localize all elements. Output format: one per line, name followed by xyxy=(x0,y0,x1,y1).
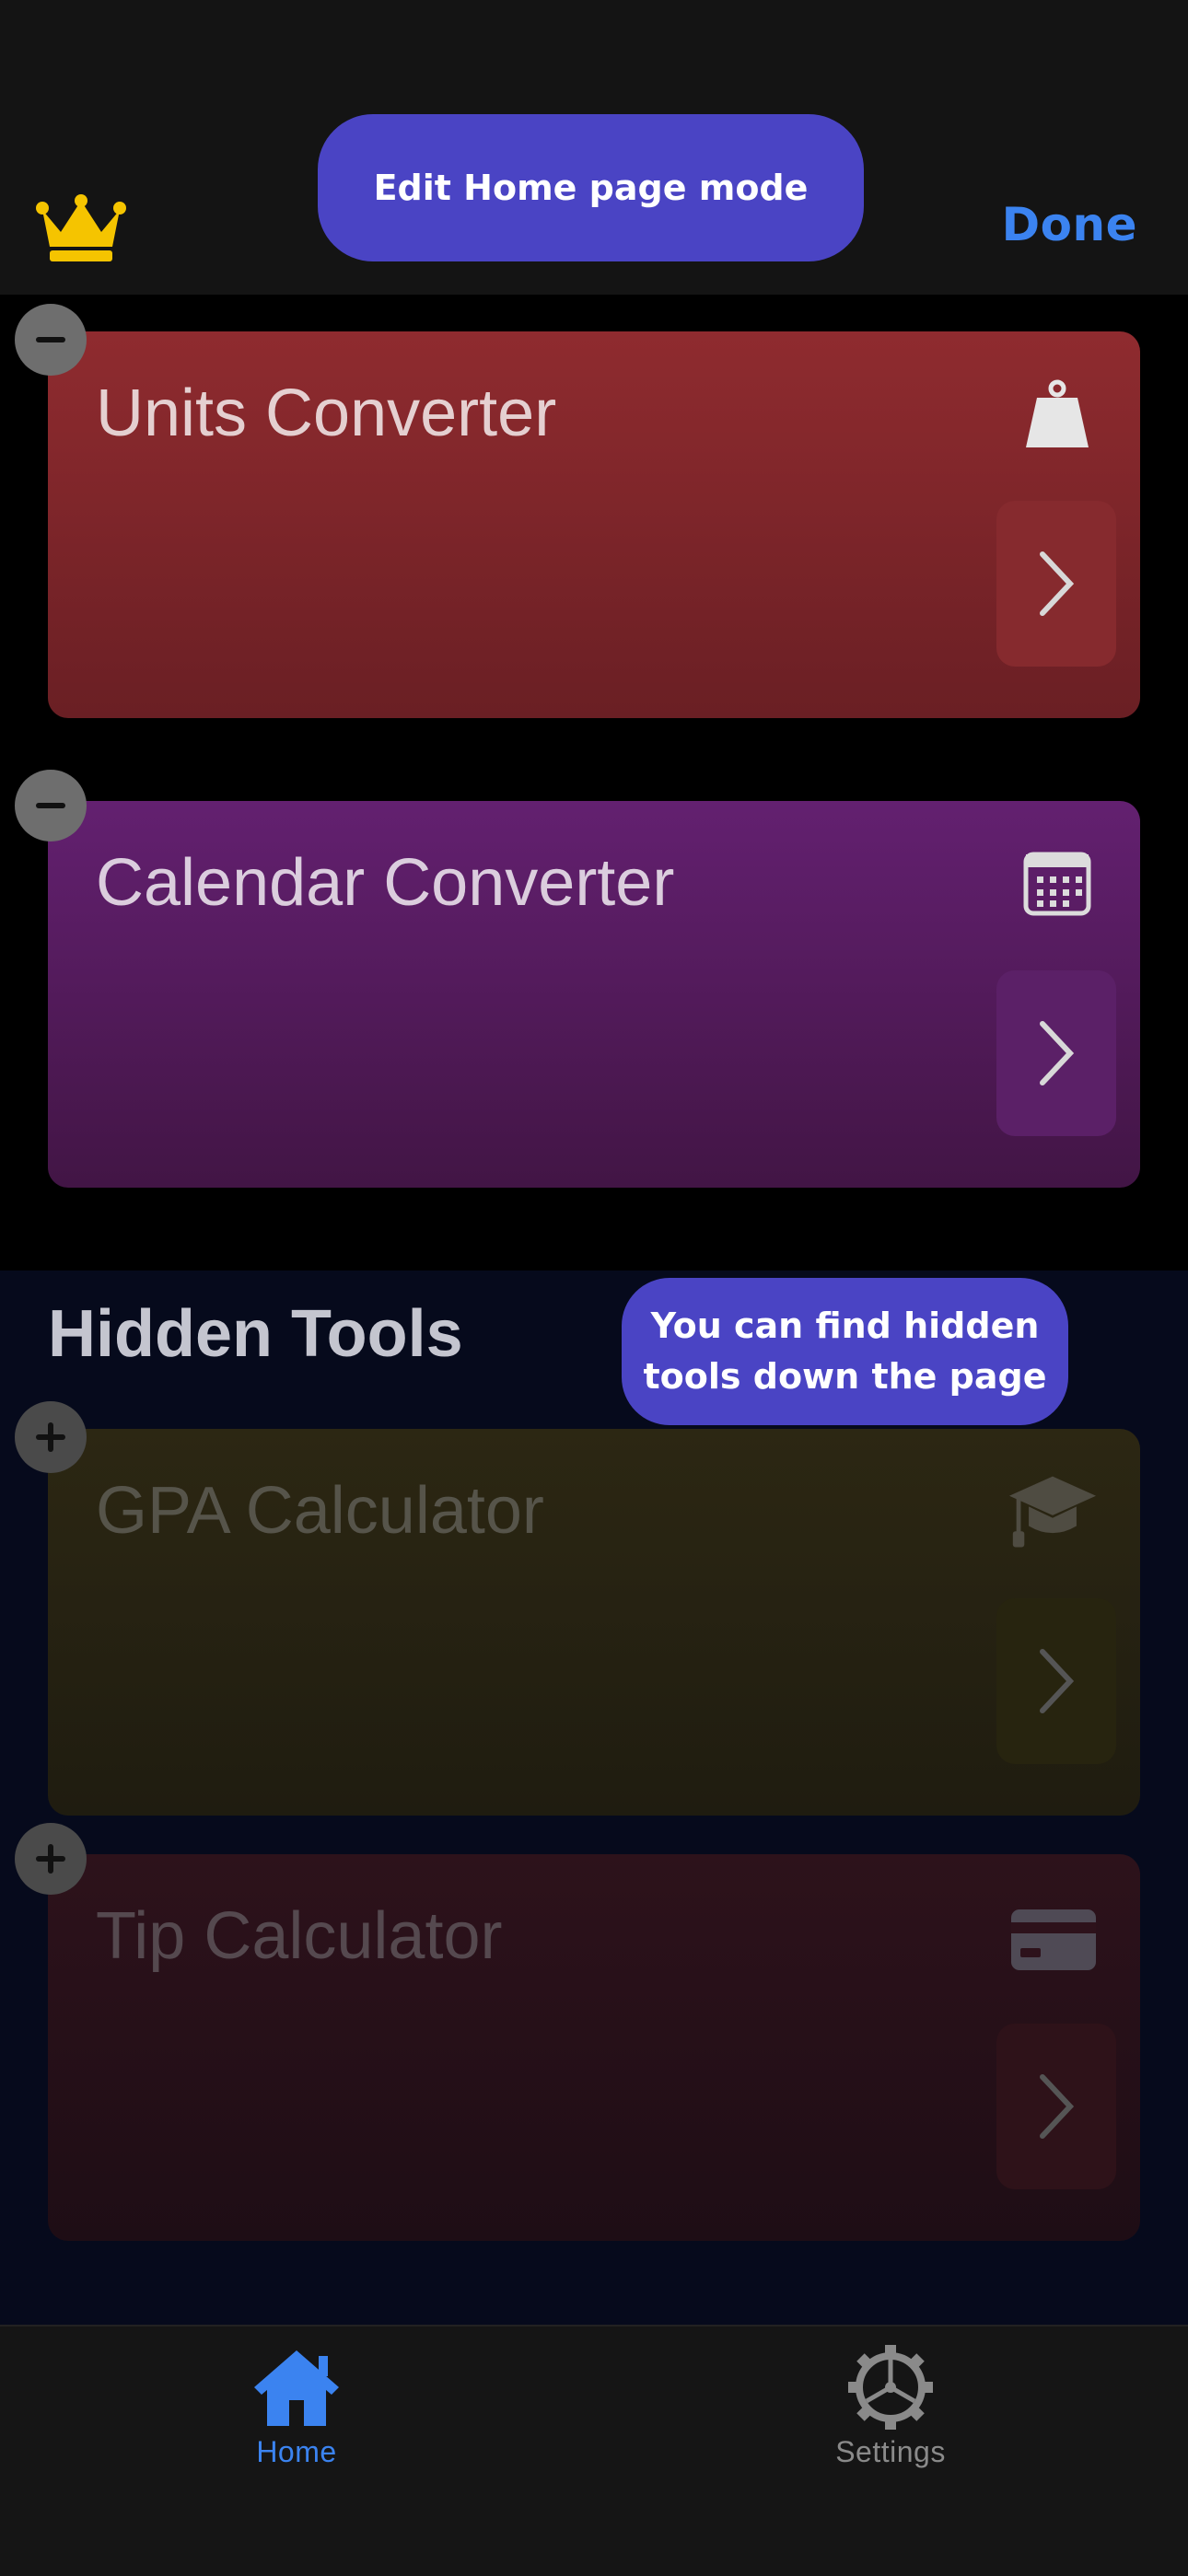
add-tool-button[interactable] xyxy=(15,1401,87,1473)
done-button[interactable]: Done xyxy=(1002,198,1137,251)
top-bar: Edit Home page mode Done xyxy=(0,0,1188,295)
tool-card-gpa-calculator[interactable]: GPA Calculator xyxy=(48,1429,1140,1816)
tool-card-tip-calculator[interactable]: Tip Calculator xyxy=(48,1854,1140,2241)
tool-card-title: GPA Calculator xyxy=(96,1474,544,1548)
calendar-icon xyxy=(1023,852,1091,916)
tool-card-calendar-converter[interactable]: Calendar Converter xyxy=(48,801,1140,1188)
open-tool-button[interactable] xyxy=(996,970,1116,1136)
tool-card-title: Units Converter xyxy=(96,377,557,450)
tab-bar: Home Settings xyxy=(0,2325,1188,2576)
chevron-right-icon xyxy=(1040,1021,1075,1085)
edit-mode-banner: Edit Home page mode xyxy=(318,114,864,261)
chevron-right-icon xyxy=(1040,2074,1075,2139)
crown-icon[interactable] xyxy=(35,193,127,263)
hidden-tools-tip: You can find hidden tools down the page xyxy=(622,1278,1068,1425)
remove-tool-button[interactable] xyxy=(15,770,87,841)
weight-icon xyxy=(1026,379,1089,447)
section-title: Hidden Tools xyxy=(48,1297,463,1371)
plus-icon xyxy=(36,1422,65,1452)
tool-card-units-converter[interactable]: Units Converter xyxy=(48,331,1140,718)
open-tool-button[interactable] xyxy=(996,1598,1116,1764)
minus-icon xyxy=(36,803,65,808)
graduation-cap-icon xyxy=(1008,1476,1097,1548)
add-tool-button[interactable] xyxy=(15,1823,87,1895)
house-icon xyxy=(254,2350,339,2426)
tab-label: Settings xyxy=(835,2435,946,2468)
tab-label: Home xyxy=(256,2435,337,2468)
tool-card-title: Calendar Converter xyxy=(96,846,675,920)
chevron-right-icon xyxy=(1040,1649,1075,1713)
minus-icon xyxy=(36,337,65,342)
tab-home[interactable]: Home xyxy=(204,2345,389,2469)
open-tool-button[interactable] xyxy=(996,501,1116,667)
credit-card-icon xyxy=(1011,1909,1096,1970)
plus-icon xyxy=(36,1844,65,1874)
tab-settings[interactable]: Settings xyxy=(798,2345,983,2469)
chevron-right-icon xyxy=(1040,551,1075,616)
tool-card-title: Tip Calculator xyxy=(96,1899,503,1973)
open-tool-button[interactable] xyxy=(996,2024,1116,2189)
gear-icon xyxy=(848,2345,933,2430)
remove-tool-button[interactable] xyxy=(15,304,87,376)
